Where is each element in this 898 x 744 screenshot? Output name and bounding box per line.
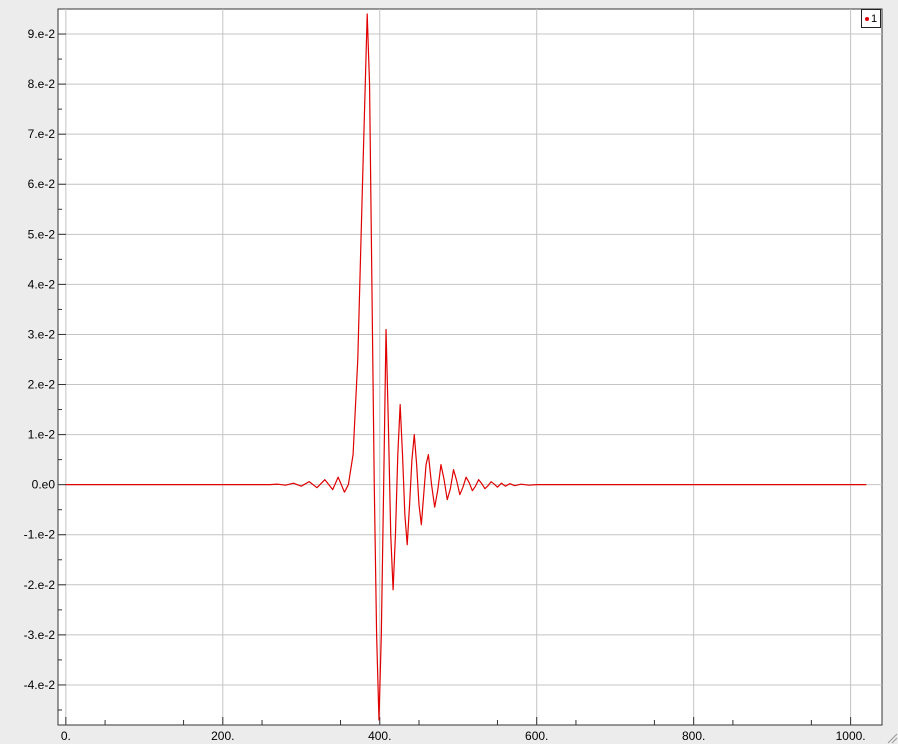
legend-marker-icon bbox=[864, 16, 869, 21]
y-tick-label: 1.e-2 bbox=[28, 428, 56, 442]
x-tick-label: 600. bbox=[525, 729, 548, 743]
y-tick-label: 7.e-2 bbox=[28, 127, 56, 141]
x-tick-label: 800. bbox=[682, 729, 705, 743]
x-tick-label: 0. bbox=[61, 729, 71, 743]
y-tick-label: -4.e-2 bbox=[24, 678, 56, 692]
y-tick-label: 0.e0 bbox=[32, 478, 56, 492]
y-tick-label: 3.e-2 bbox=[28, 327, 56, 341]
legend: 1 bbox=[861, 9, 881, 28]
plot-area bbox=[57, 8, 883, 726]
y-tick-label: 4.e-2 bbox=[28, 277, 56, 291]
y-axis-tick-labels: -4.e-2 -3.e-2 -2.e-2 -1.e-2 0.e0 1.e-2 2.e-2 3.… bbox=[24, 27, 56, 692]
plot-frame: -4.e-2 -3.e-2 -2.e-2 -1.e-2 0.e0 1.e-2 2.e-2 3.… bbox=[24, 8, 883, 743]
x-tick-label: 1000. bbox=[836, 729, 866, 743]
y-tick-label: 8.e-2 bbox=[28, 77, 56, 91]
x-tick-label: 200. bbox=[211, 729, 234, 743]
y-tick-label: 5.e-2 bbox=[28, 227, 56, 241]
y-tick-label: -1.e-2 bbox=[24, 528, 56, 542]
x-axis-tick-labels: 0. 200. 400. 600. 800. 1000. bbox=[61, 729, 866, 743]
x-tick-label: 400. bbox=[368, 729, 391, 743]
y-tick-label: 6.e-2 bbox=[28, 177, 56, 191]
resize-grip-icon[interactable] bbox=[886, 732, 898, 744]
y-tick-label: -3.e-2 bbox=[24, 628, 56, 642]
legend-label: 1 bbox=[870, 12, 878, 25]
y-tick-label: -2.e-2 bbox=[24, 578, 56, 592]
y-tick-label: 9.e-2 bbox=[28, 27, 56, 41]
y-tick-label: 2.e-2 bbox=[28, 378, 56, 392]
